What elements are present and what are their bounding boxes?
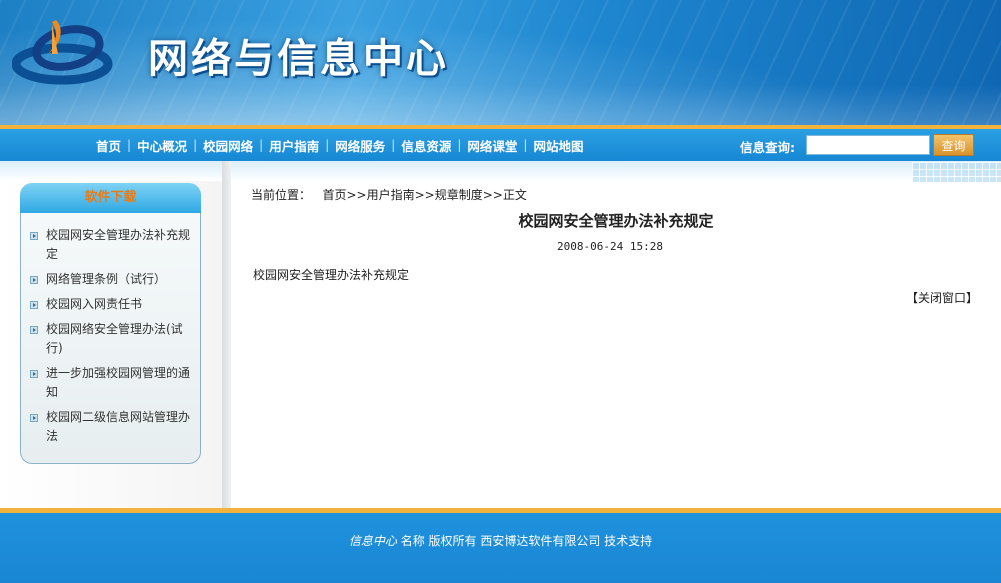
sidebar-item-label[interactable]: 进一步加强校园网管理的通知 (46, 364, 190, 402)
breadcrumb-current: 正文 (502, 188, 527, 202)
article-title: 校园网安全管理办法补充规定 (518, 212, 714, 230)
breadcrumb: 当前位置： 首页>>用户指南>>规章制度>>正文 (251, 186, 527, 203)
sidebar-item[interactable]: 校园网二级信息网站管理办法 (30, 408, 190, 446)
site-logo-icon (12, 20, 113, 85)
sidebar-item-label[interactable]: 校园网络安全管理办法(试行) (46, 320, 190, 358)
sidebar-divider (222, 161, 231, 508)
sidebar-item[interactable]: 校园网络安全管理办法(试行) (30, 320, 190, 358)
nav-item-home[interactable]: 首页 (90, 136, 127, 155)
header-banner: 网络与信息中心 (0, 0, 1001, 125)
nav-item-sitemap[interactable]: 网站地图 (527, 136, 589, 155)
decorative-grid (912, 162, 1001, 182)
footer-org-name: 信息中心 (348, 534, 397, 548)
breadcrumb-home[interactable]: 首页 (322, 188, 346, 202)
nav-item-overview[interactable]: 中心概况 (131, 136, 193, 155)
breadcrumb-user-guide[interactable]: 用户指南 (367, 188, 415, 202)
article-body: 校园网安全管理办法补充规定 (253, 268, 410, 282)
footer-copyright: 信息中心 名称 版权所有 西安博达软件有限公司 技术支持 (0, 532, 1001, 549)
nav-item-resources[interactable]: 信息资源 (395, 136, 457, 155)
footer: 信息中心 名称 版权所有 西安博达软件有限公司 技术支持 (0, 513, 1001, 583)
breadcrumb-prefix: 当前位置： (251, 188, 312, 202)
bullet-arrow-icon (30, 232, 38, 240)
nav-bottom-fade (0, 161, 1001, 181)
bullet-arrow-icon (30, 301, 38, 309)
footer-copyright-text: 名称 版权所有 西安博达软件有限公司 技术支持 (400, 534, 653, 548)
nav-item-classroom[interactable]: 网络课堂 (461, 136, 523, 155)
bullet-arrow-icon (30, 326, 38, 334)
search-button[interactable]: 查询 (933, 134, 974, 156)
nav-items: 首页 | 中心概况 | 校园网络 | 用户指南 | 网络服务 | 信息资源 | … (90, 129, 589, 161)
sidebar-item[interactable]: 进一步加强校园网管理的通知 (30, 364, 190, 402)
bullet-arrow-icon (30, 276, 38, 284)
bullet-arrow-icon (30, 370, 38, 378)
sidebar-item[interactable]: 网络管理条例（试行） (30, 270, 190, 289)
main-nav: 首页 | 中心概况 | 校园网络 | 用户指南 | 网络服务 | 信息资源 | … (0, 129, 1001, 161)
bullet-arrow-icon (30, 414, 38, 422)
breadcrumb-regulations[interactable]: 规章制度 (435, 188, 483, 202)
breadcrumb-separator: >> (414, 188, 435, 202)
close-window-link[interactable]: 【关闭窗口】 (906, 289, 978, 306)
search-label: 信息查询: (740, 140, 795, 155)
sidebar-item-label[interactable]: 校园网安全管理办法补充规定 (46, 226, 190, 264)
sidebar-item[interactable]: 校园网安全管理办法补充规定 (30, 226, 190, 264)
breadcrumb-separator: >> (346, 188, 367, 202)
breadcrumb-separator: >> (482, 188, 503, 202)
sidebar-item-label[interactable]: 校园网入网责任书 (46, 295, 142, 314)
sidebar-heading: 软件下载 (20, 183, 201, 213)
nav-item-campus-network[interactable]: 校园网络 (197, 136, 259, 155)
nav-item-services[interactable]: 网络服务 (329, 136, 391, 155)
sidebar-list: 校园网安全管理办法补充规定 网络管理条例（试行） 校园网入网责任书 校园网络安全… (30, 226, 190, 452)
site-title: 网络与信息中心 (148, 35, 449, 82)
sidebar-item-label[interactable]: 校园网二级信息网站管理办法 (46, 408, 190, 446)
sidebar-item-label[interactable]: 网络管理条例（试行） (46, 270, 166, 289)
search-input[interactable] (806, 135, 930, 155)
sidebar-item[interactable]: 校园网入网责任书 (30, 295, 190, 314)
article-date: 2008-06-24 15:28 (557, 240, 663, 253)
nav-item-user-guide[interactable]: 用户指南 (263, 136, 325, 155)
